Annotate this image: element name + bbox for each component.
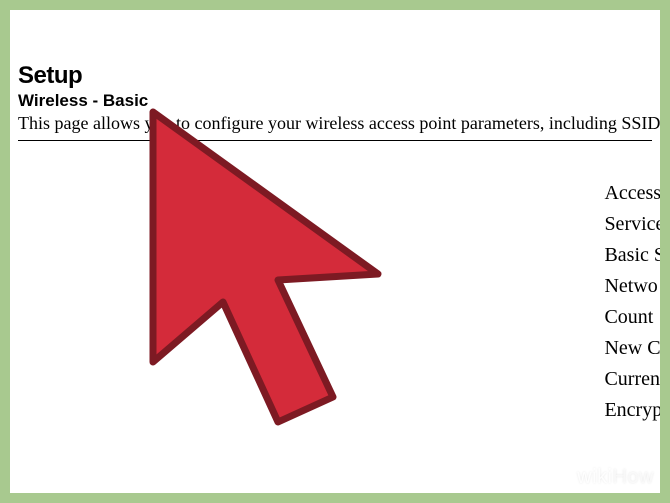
list-item[interactable]: Encryp xyxy=(604,395,660,426)
header-divider xyxy=(18,140,652,141)
page-description: This page allows you to configure your w… xyxy=(18,113,652,134)
settings-list: Access Service Basic S Netwo Count New C… xyxy=(604,178,660,426)
page-title: Setup xyxy=(18,62,652,90)
watermark-prefix: wiki xyxy=(577,466,612,488)
list-item[interactable]: Count xyxy=(604,302,660,333)
watermark-suffix: How xyxy=(612,466,654,488)
list-item[interactable]: Access xyxy=(604,178,660,209)
page-panel: Setup Wireless - Basic This page allows … xyxy=(10,10,660,493)
list-item[interactable]: New C xyxy=(604,333,660,364)
list-item[interactable]: Curren xyxy=(604,364,660,395)
page-subtitle: Wireless - Basic xyxy=(18,91,652,111)
list-item[interactable]: Netwo xyxy=(604,271,660,302)
list-item[interactable]: Service xyxy=(604,209,660,240)
page-header: Setup Wireless - Basic This page allows … xyxy=(10,10,660,147)
watermark: wikiHow xyxy=(577,466,654,489)
list-item[interactable]: Basic S xyxy=(604,240,660,271)
